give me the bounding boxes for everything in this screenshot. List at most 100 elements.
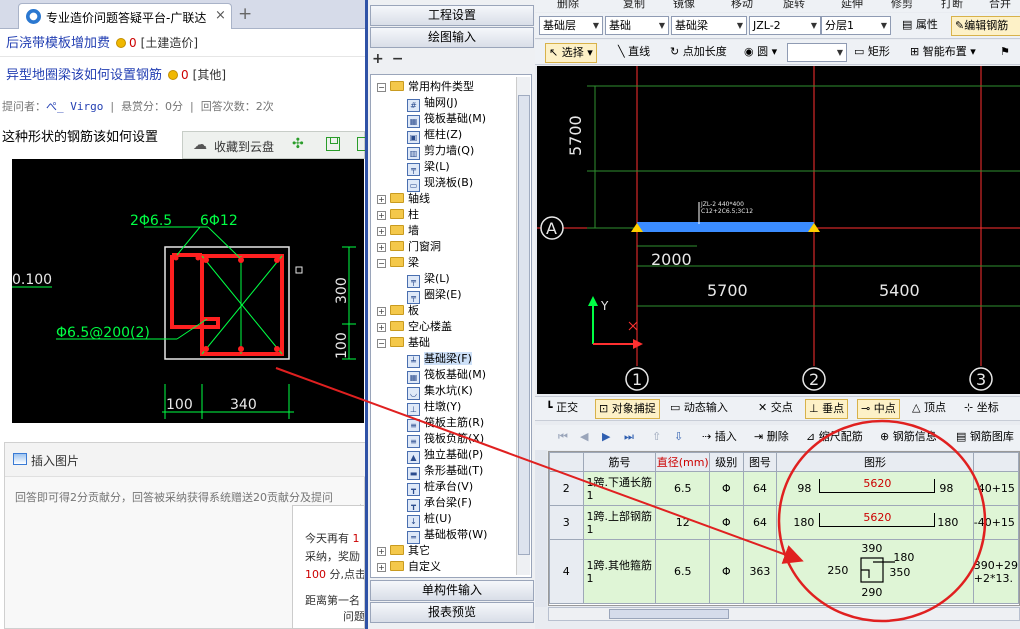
fullscreen-icon[interactable]: ✣ [292, 136, 304, 152]
tree-node[interactable]: ▬ 条形基础(T) [407, 463, 483, 480]
asker-name[interactable]: ぺ_ Virgo [46, 100, 103, 113]
shape-cell[interactable]: 98 5620 98 [776, 471, 974, 506]
single-member-input-button[interactable]: 单构件输入 [370, 580, 534, 601]
expand-toggle-icon[interactable]: − [377, 259, 386, 268]
tree-node[interactable]: ═ 基础板带(W) [407, 527, 487, 544]
copy-tool[interactable]: 复制 [623, 0, 645, 11]
table-row[interactable]: 4 1跨.其他箍筋1 6.5 Φ 363 390 180 250 350 290 [549, 539, 1019, 604]
tree-node[interactable]: ⊥ 柱墩(Y) [407, 399, 461, 416]
expand-toggle-icon[interactable]: + [377, 211, 386, 220]
mirror-tool[interactable]: 镜像 [673, 0, 695, 11]
tree-node[interactable]: ◡ 集水坑(K) [407, 383, 473, 400]
next-record-button[interactable]: ▶ [599, 428, 613, 448]
expand-toggle-icon[interactable]: − [377, 339, 386, 348]
dynamic-input-toggle[interactable]: ▭ 动态输入 [667, 399, 731, 419]
drawing-canvas[interactable]: JZL-2 440*400 C12+2C6.5;3C12 A 1 2 3 570… [537, 66, 1020, 394]
move-down-button[interactable]: ⇩ [671, 428, 686, 448]
tree-node[interactable]: − 常用构件类型 [377, 79, 474, 95]
edit-icon[interactable] [357, 137, 365, 151]
member-name-select[interactable]: JZL-2 ▼ [749, 16, 821, 35]
tree-node[interactable]: ╤ 梁(L) [407, 159, 450, 176]
select-button[interactable]: ↖ 选择 ▾ [545, 43, 597, 63]
tree-node[interactable]: ╤ 梁(L) [407, 271, 450, 288]
expand-toggle-icon[interactable]: − [377, 83, 386, 92]
member-type-select[interactable]: 基础 ▼ [605, 16, 669, 35]
scale-rebar-button[interactable]: ⊿ 缩尺配筋 [803, 428, 866, 448]
table-row[interactable]: 3 1跨.上部钢筋1 12 Φ 64 180 5620 180 -40+15 [549, 505, 1019, 540]
tree-node[interactable]: ▲ 独立基础(P) [407, 447, 483, 464]
related-question-1[interactable]: 后浇带模板增加费 0 [土建造价] [6, 32, 198, 51]
expand-toggle-icon[interactable]: + [377, 243, 386, 252]
grade-cell[interactable]: Φ [708, 505, 744, 540]
arc-select[interactable]: ▼ [787, 43, 847, 62]
vertex-snap[interactable]: △ 顶点 [909, 399, 949, 419]
tree-node[interactable]: + 墙 [377, 223, 419, 239]
tree-node[interactable]: + 板 [377, 303, 419, 319]
floor-select[interactable]: 基础层 ▼ [539, 16, 603, 35]
grade-cell[interactable]: Φ [708, 471, 744, 506]
tree-node[interactable]: ╤ 圈梁(E) [407, 287, 462, 304]
tree-node[interactable]: + 门窗洞 [377, 239, 441, 255]
more-tools-button[interactable]: ⚑ [997, 43, 1013, 63]
prev-record-button[interactable]: ◀ [577, 428, 591, 448]
project-settings-button[interactable]: 工程设置 [370, 5, 534, 26]
tree-scrollbar[interactable] [516, 77, 530, 575]
tree-node[interactable]: ▥ 剪力墙(Q) [407, 143, 474, 160]
first-record-button[interactable]: ⏮ [555, 428, 571, 448]
tree-node[interactable]: − 基础 [377, 335, 430, 351]
tree-node[interactable]: ▭ 现浇板(B) [407, 175, 473, 192]
expand-toggle-icon[interactable]: + [377, 323, 386, 332]
grid-horizontal-scrollbar[interactable] [548, 607, 1020, 621]
browser-tab[interactable]: ● 专业造价问题答疑平台-广联达 × [18, 3, 232, 29]
tab-close-icon[interactable]: × [215, 8, 226, 23]
insert-image-button[interactable]: 插入图片 [31, 452, 79, 469]
formula-cell[interactable]: -40+15 [972, 471, 1019, 506]
column-header[interactable]: 图形 [776, 452, 974, 472]
trim-tool[interactable]: 修剪 [891, 0, 913, 11]
break-tool[interactable]: 打断 [941, 0, 963, 11]
rotate-tool[interactable]: 旋转 [783, 0, 805, 11]
diameter-cell[interactable]: 6.5 [655, 471, 710, 506]
rebar-name-cell[interactable]: 1跨.上部钢筋1 [582, 505, 657, 540]
collapse-all-icon[interactable]: − [392, 51, 404, 67]
rebar-info-button[interactable]: ⊕ 钢筋信息 [877, 428, 940, 448]
expand-toggle-icon[interactable]: + [377, 227, 386, 236]
scrollbar-thumb[interactable] [518, 95, 530, 555]
tree-node[interactable]: ┳ 桩承台(V) [407, 479, 473, 496]
shape-cell[interactable]: 180 5620 180 [776, 505, 974, 540]
tree-node[interactable]: ▦ 筏板基础(M) [407, 111, 486, 128]
image-icon[interactable] [13, 453, 27, 465]
column-header[interactable]: 图号 [742, 452, 778, 472]
column-header[interactable]: 级别 [708, 452, 744, 472]
expand-toggle-icon[interactable]: + [377, 547, 386, 556]
expand-toggle-icon[interactable]: + [377, 195, 386, 204]
delete-tool[interactable]: 删除 [557, 0, 579, 11]
column-header[interactable]: 直径(mm) [655, 452, 710, 472]
tree-node[interactable]: ▦ 筏板基础(M) [407, 367, 486, 384]
tree-node[interactable]: + 自定义 [377, 559, 441, 575]
intersection-snap[interactable]: ✕ 交点 [755, 399, 796, 419]
tree-node[interactable]: ↓ 桩(U) [407, 511, 452, 528]
last-record-button[interactable]: ⏭ [621, 428, 637, 448]
formula-cell[interactable]: 390+29 +2*13. [972, 539, 1019, 604]
circle-button[interactable]: ◉ 圆 ▾ [741, 43, 780, 63]
tree-node[interactable]: ╧ 基础梁(F) [407, 351, 472, 368]
object-snap-toggle[interactable]: ⊡ 对象捕捉 [595, 399, 660, 419]
properties-button[interactable]: ▤ 属性 [899, 16, 941, 36]
tree-node[interactable]: + 轴线 [377, 191, 430, 207]
report-preview-button[interactable]: 报表预览 [370, 602, 534, 623]
rebar-library-button[interactable]: ▤ 钢筋图库 [953, 428, 1017, 448]
extend-tool[interactable]: 延伸 [841, 0, 863, 11]
perpendicular-snap[interactable]: ⊥ 垂点 [805, 399, 849, 419]
diameter-cell[interactable]: 6.5 [655, 539, 710, 604]
tree-node[interactable]: ▣ 框柱(Z) [407, 127, 462, 144]
tree-node[interactable]: ≡ 筏板主筋(R) [407, 415, 484, 432]
figure-number-cell[interactable]: 64 [742, 471, 778, 506]
new-tab-button[interactable]: + [238, 4, 252, 24]
question-link[interactable]: 后浇带模板增加费 [6, 36, 110, 51]
insert-row-button[interactable]: ⇢ 插入 [699, 428, 740, 448]
tree-node[interactable]: ≡ 筏板负筋(X) [407, 431, 484, 448]
expand-toggle-icon[interactable]: + [377, 563, 386, 572]
figure-number-cell[interactable]: 363 [742, 539, 778, 604]
column-header[interactable]: 筋号 [582, 452, 657, 472]
